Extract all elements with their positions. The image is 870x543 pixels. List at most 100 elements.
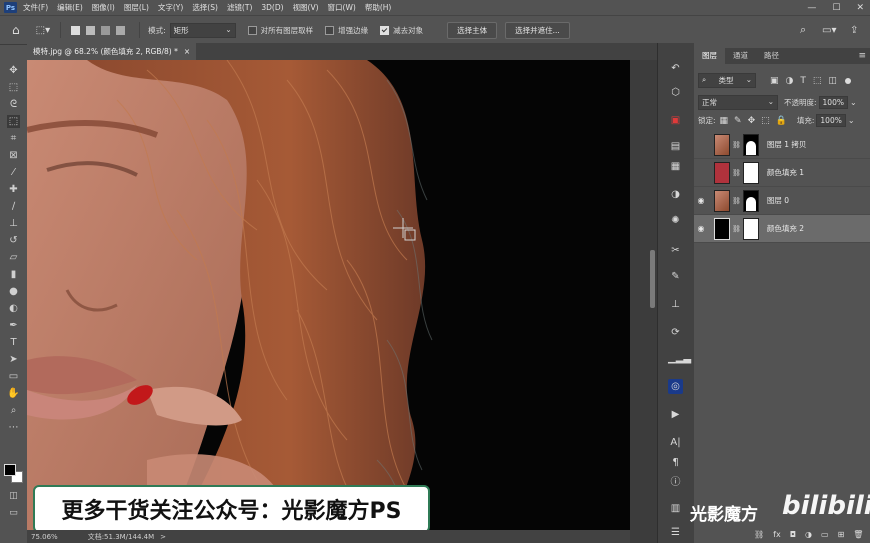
more-tools-icon[interactable]: ⋯ [7,421,20,434]
select-subject-button[interactable]: 选择主体 [447,21,498,39]
panel-menu-icon[interactable]: ≡ [858,51,866,61]
glyphs-panel-icon[interactable]: ▥ [668,501,683,516]
layer-mask-thumbnail[interactable] [742,161,759,184]
lock-position-icon[interactable]: ✥ [748,116,756,126]
navigator-icon[interactable]: ◎ [668,379,683,394]
layer-name[interactable]: 颜色填充 1 [767,167,804,178]
chevron-down-icon[interactable]: ⌄ [850,98,857,107]
screen-mode-icon[interactable]: ▭ [7,507,20,520]
swatches-panel-icon[interactable]: ▤ [668,139,683,154]
menu-file[interactable]: 文件(F) [23,2,48,13]
filter-smart-object-icon[interactable]: ◫ [828,76,837,86]
subtract-object-checkbox[interactable] [380,25,390,35]
gradient-tool-icon[interactable]: ▮ [7,268,20,281]
filter-toggle-icon[interactable] [844,77,851,84]
zoom-tool-icon[interactable]: ⌕ [7,404,20,417]
layer-row[interactable]: ⛓ 颜色填充 1 [694,159,870,187]
patterns-panel-icon[interactable]: ▦ [668,159,683,174]
layer-mask-thumbnail[interactable] [742,133,759,156]
lock-transparent-icon[interactable]: ▦ [720,116,729,126]
layer-name[interactable]: 图层 1 拷贝 [767,139,807,150]
color-panel-icon[interactable]: ▣ [668,113,683,128]
menu-filter[interactable]: 滤镜(T) [227,2,252,13]
layer-row[interactable]: ◉ ⛓ 图层 0 [694,187,870,215]
3d-panel-icon[interactable]: ⬡ [668,85,683,100]
actions-play-icon[interactable]: ▶ [668,407,683,422]
healing-brush-tool-icon[interactable]: ✚ [7,183,20,196]
adjustments-panel-icon[interactable]: ◑ [668,187,683,202]
menu-type[interactable]: 文字(Y) [158,2,183,13]
new-layer-icon[interactable]: ⊞ [838,530,845,539]
dodge-tool-icon[interactable]: ◐ [7,302,20,315]
eye-icon[interactable]: ◉ [694,224,708,233]
tab-layers[interactable]: 图层 [694,48,725,64]
lock-image-icon[interactable]: ✎ [734,116,742,126]
menu-image[interactable]: 图像(I) [92,2,115,13]
layer-row[interactable]: ⛓ 图层 1 拷贝 [694,131,870,159]
filter-shape-icon[interactable]: ⬚ [813,76,822,86]
brush-settings-icon[interactable]: ✎ [668,269,683,284]
document-tab[interactable]: 模特.jpg @ 68.2% (颜色填充 2, RGB/8) * × [27,43,197,60]
eyedropper-tool-icon[interactable]: ⁄ [7,166,20,179]
maximize-button[interactable]: ☐ [832,3,840,13]
histogram-icon[interactable]: ▁▂▃ [668,351,691,366]
layer-name[interactable]: 颜色填充 2 [767,223,804,234]
rotate-icon[interactable]: ⟳ [668,325,683,340]
opacity-input[interactable]: 100% [818,96,848,109]
fx-icon[interactable]: fx [773,530,781,539]
lock-artboard-icon[interactable]: ⬚ [761,116,770,126]
menu-edit[interactable]: 编辑(E) [57,2,83,13]
close-window-button[interactable]: ✕ [856,3,864,13]
vertical-scrollbar[interactable] [630,60,657,543]
paragraph-panel-icon[interactable]: ¶ [668,455,683,470]
path-selection-tool-icon[interactable]: ➤ [7,353,20,366]
layer-mask-thumbnail[interactable] [742,217,759,240]
fill-input[interactable]: 100% [816,114,846,127]
layer-mask-thumbnail[interactable] [742,189,759,212]
history-panel-icon[interactable]: ↶ [668,61,683,76]
delete-layer-icon[interactable]: 🗑 [853,530,863,539]
brush-tool-icon[interactable]: ∕ [7,200,20,213]
layer-row-selected[interactable]: ◉ ⛓ 颜色填充 2 [694,215,870,243]
lasso-tool-icon[interactable]: ᘓ [7,98,20,111]
quick-mask-icon[interactable]: ◫ [7,490,20,503]
blur-tool-icon[interactable]: ● [7,285,20,298]
shape-tool-icon[interactable]: ▭ [7,370,20,383]
document-canvas[interactable] [27,60,630,530]
tab-paths[interactable]: 路径 [756,48,787,64]
eraser-tool-icon[interactable]: ▱ [7,251,20,264]
home-icon[interactable]: ⌂ [12,23,20,37]
crop-tool-icon[interactable]: ⌗ [7,132,20,145]
chevron-down-icon[interactable]: ⌄ [848,116,855,125]
character-panel-icon[interactable]: A| [668,435,683,450]
filter-adjustment-icon[interactable]: ◑ [786,76,794,86]
share-icon[interactable]: ⇪ [850,25,858,36]
marquee-tool-icon[interactable]: ⬚ [7,81,20,94]
object-selection-tool-icon[interactable]: ⬚ [7,115,20,128]
history-brush-tool-icon[interactable]: ↺ [7,234,20,247]
clone-source-icon[interactable]: ⊥ [668,297,683,312]
workspace-icon[interactable]: ▭▾ [822,25,836,36]
new-selection-icon[interactable] [71,25,81,35]
subtract-selection-icon[interactable] [101,25,111,35]
timeline-panel-icon[interactable]: ☰ [668,525,683,540]
zoom-level[interactable]: 75.06% [31,533,58,541]
search-icon[interactable]: ⌕ [800,23,806,37]
menu-help[interactable]: 帮助(H) [365,2,392,13]
foreground-color-swatch[interactable] [4,464,16,476]
add-mask-icon[interactable]: ◘ [790,530,796,539]
link-layers-icon[interactable]: ⛓ [754,530,764,539]
sample-all-checkbox[interactable] [247,25,257,35]
close-tab-icon[interactable]: × [184,47,190,56]
type-tool-icon[interactable]: T [7,336,20,349]
frame-tool-icon[interactable]: ⊠ [7,149,20,162]
add-selection-icon[interactable] [86,25,96,35]
filter-pixel-icon[interactable]: ▣ [770,76,779,86]
menu-window[interactable]: 窗口(W) [328,2,356,13]
hand-tool-icon[interactable]: ✋ [7,387,20,400]
minimize-button[interactable]: — [807,3,816,13]
intersect-selection-icon[interactable] [116,25,126,35]
adjustment-layer-icon[interactable]: ◑ [805,530,812,539]
move-tool-icon[interactable]: ✥ [7,64,20,77]
enhance-edge-checkbox[interactable] [325,25,335,35]
